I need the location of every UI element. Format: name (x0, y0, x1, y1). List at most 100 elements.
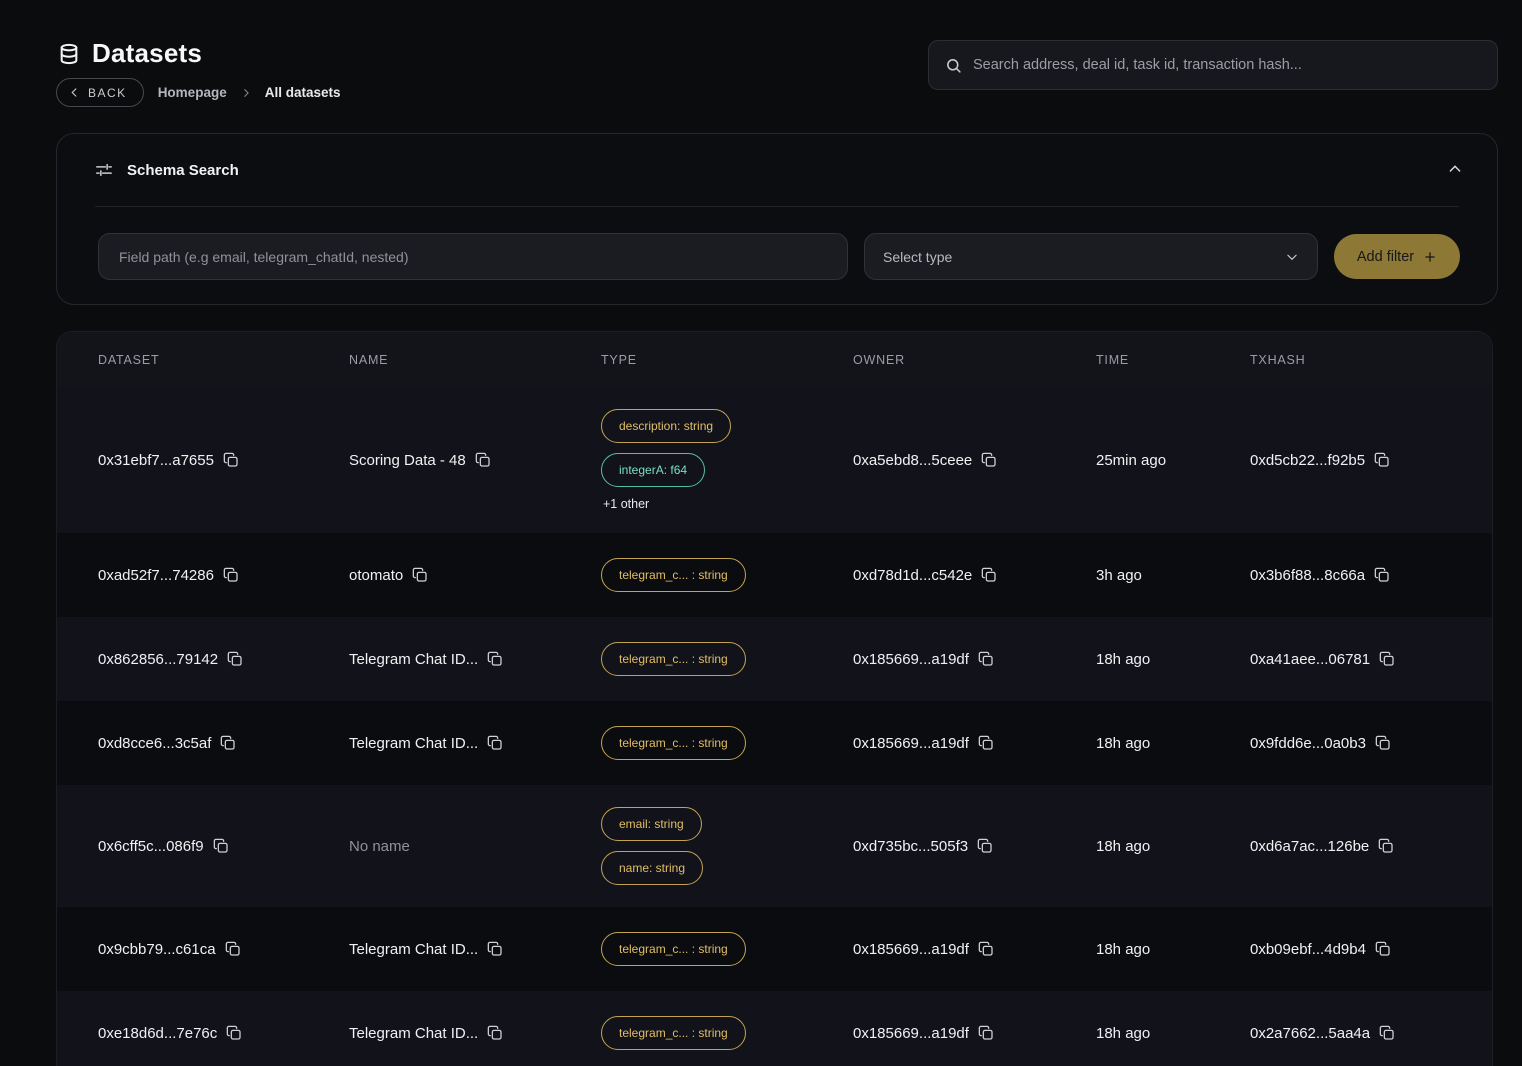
copy-icon[interactable] (1374, 567, 1390, 583)
dataset-name: otomato (349, 567, 403, 584)
dataset-cell: 0x9cbb79...c61ca (98, 941, 349, 958)
chevron-down-icon (1285, 250, 1299, 264)
time-cell: 18h ago (1096, 838, 1250, 855)
owner-cell: 0xa5ebd8...5ceee (853, 452, 1096, 469)
txhash-value: 0xb09ebf...4d9b4 (1250, 941, 1366, 958)
collapse-panel-button[interactable] (1441, 155, 1469, 186)
plus-icon (1423, 250, 1437, 264)
copy-icon[interactable] (978, 941, 994, 957)
copy-icon[interactable] (978, 651, 994, 667)
name-cell: Telegram Chat ID... (349, 1025, 601, 1042)
table-row[interactable]: 0xd8cce6...3c5af Telegram Chat ID... tel… (57, 701, 1492, 785)
datasets-table: DATASET NAME TYPE OWNER TIME TXHASH 0x31… (56, 331, 1493, 1066)
dataset-name: Telegram Chat ID... (349, 941, 478, 958)
copy-icon[interactable] (1375, 735, 1391, 751)
time-cell: 18h ago (1096, 735, 1250, 752)
copy-icon[interactable] (1379, 1025, 1395, 1041)
copy-icon[interactable] (487, 651, 503, 667)
name-cell: otomato (349, 567, 601, 584)
owner-address: 0x185669...a19df (853, 941, 969, 958)
column-header-type: TYPE (601, 353, 853, 367)
table-row[interactable]: 0x31ebf7...a7655 Scoring Data - 48 descr… (57, 387, 1492, 533)
time-value: 3h ago (1096, 567, 1142, 584)
type-cell: telegram_c... : string (601, 726, 853, 760)
copy-icon[interactable] (1374, 452, 1390, 468)
name-cell: Telegram Chat ID... (349, 941, 601, 958)
copy-icon[interactable] (977, 838, 993, 854)
dataset-cell: 0xe18d6d...7e76c (98, 1025, 349, 1042)
copy-icon[interactable] (223, 567, 239, 583)
table-row[interactable]: 0xe18d6d...7e76c Telegram Chat ID... tel… (57, 991, 1492, 1066)
type-select[interactable]: Select type (864, 233, 1318, 280)
time-value: 25min ago (1096, 452, 1166, 469)
dataset-id: 0xd8cce6...3c5af (98, 735, 211, 752)
time-cell: 18h ago (1096, 651, 1250, 668)
search-icon (945, 57, 962, 74)
time-value: 18h ago (1096, 735, 1150, 752)
copy-icon[interactable] (412, 567, 428, 583)
more-types-label: +1 other (601, 497, 649, 511)
type-cell: email: stringname: string (601, 807, 853, 885)
owner-address: 0x185669...a19df (853, 1025, 969, 1042)
type-badge: telegram_c... : string (601, 726, 746, 760)
type-select-value: Select type (883, 249, 952, 265)
dataset-id: 0xe18d6d...7e76c (98, 1025, 217, 1042)
breadcrumb-current: All datasets (265, 85, 341, 100)
type-cell: description: stringintegerA: f64+1 other (601, 409, 853, 511)
copy-icon[interactable] (1378, 838, 1394, 854)
breadcrumb: BACK Homepage All datasets (56, 78, 341, 107)
copy-icon[interactable] (226, 1025, 242, 1041)
copy-icon[interactable] (981, 567, 997, 583)
copy-icon[interactable] (978, 735, 994, 751)
dataset-id: 0xad52f7...74286 (98, 567, 214, 584)
schema-search-panel: Schema Search Select type Add filter (56, 133, 1498, 305)
table-row[interactable]: 0x862856...79142 Telegram Chat ID... tel… (57, 617, 1492, 701)
txhash-value: 0xa41aee...06781 (1250, 651, 1370, 668)
owner-address: 0xd735bc...505f3 (853, 838, 968, 855)
table-row[interactable]: 0x9cbb79...c61ca Telegram Chat ID... tel… (57, 907, 1492, 991)
copy-icon[interactable] (1379, 651, 1395, 667)
txhash-cell: 0xa41aee...06781 (1250, 651, 1492, 668)
copy-icon[interactable] (978, 1025, 994, 1041)
copy-icon[interactable] (213, 838, 229, 854)
txhash-value: 0xd6a7ac...126be (1250, 838, 1369, 855)
owner-address: 0xa5ebd8...5ceee (853, 452, 972, 469)
type-cell: telegram_c... : string (601, 1016, 853, 1050)
copy-icon[interactable] (487, 735, 503, 751)
dataset-id: 0x6cff5c...086f9 (98, 838, 204, 855)
table-row[interactable]: 0xad52f7...74286 otomato telegram_c... :… (57, 533, 1492, 617)
copy-icon[interactable] (487, 941, 503, 957)
column-header-name: NAME (349, 353, 601, 367)
copy-icon[interactable] (225, 941, 241, 957)
dataset-cell: 0x31ebf7...a7655 (98, 452, 349, 469)
schema-search-title: Schema Search (127, 162, 239, 179)
copy-icon[interactable] (475, 452, 491, 468)
back-button[interactable]: BACK (56, 78, 144, 107)
owner-address: 0x185669...a19df (853, 651, 969, 668)
field-path-input[interactable] (98, 233, 848, 280)
type-badge: telegram_c... : string (601, 558, 746, 592)
filter-row: Select type Add filter (57, 207, 1497, 280)
copy-icon[interactable] (227, 651, 243, 667)
type-badge: telegram_c... : string (601, 642, 746, 676)
copy-icon[interactable] (487, 1025, 503, 1041)
search-input[interactable] (973, 57, 1481, 73)
copy-icon[interactable] (1375, 941, 1391, 957)
dataset-cell: 0x862856...79142 (98, 651, 349, 668)
copy-icon[interactable] (223, 452, 239, 468)
breadcrumb-home[interactable]: Homepage (158, 85, 227, 100)
time-value: 18h ago (1096, 838, 1150, 855)
copy-icon[interactable] (220, 735, 236, 751)
owner-cell: 0x185669...a19df (853, 941, 1096, 958)
database-icon (58, 42, 80, 66)
table-row[interactable]: 0x6cff5c...086f9 No name email: stringna… (57, 785, 1492, 907)
name-cell: No name (349, 838, 601, 855)
copy-icon[interactable] (981, 452, 997, 468)
dataset-id: 0x862856...79142 (98, 651, 218, 668)
page-header: Datasets (58, 38, 202, 69)
dataset-name: Telegram Chat ID... (349, 651, 478, 668)
column-header-dataset: DATASET (98, 353, 349, 367)
add-filter-button[interactable]: Add filter (1334, 234, 1460, 279)
type-cell: telegram_c... : string (601, 642, 853, 676)
column-header-owner: OWNER (853, 353, 1096, 367)
